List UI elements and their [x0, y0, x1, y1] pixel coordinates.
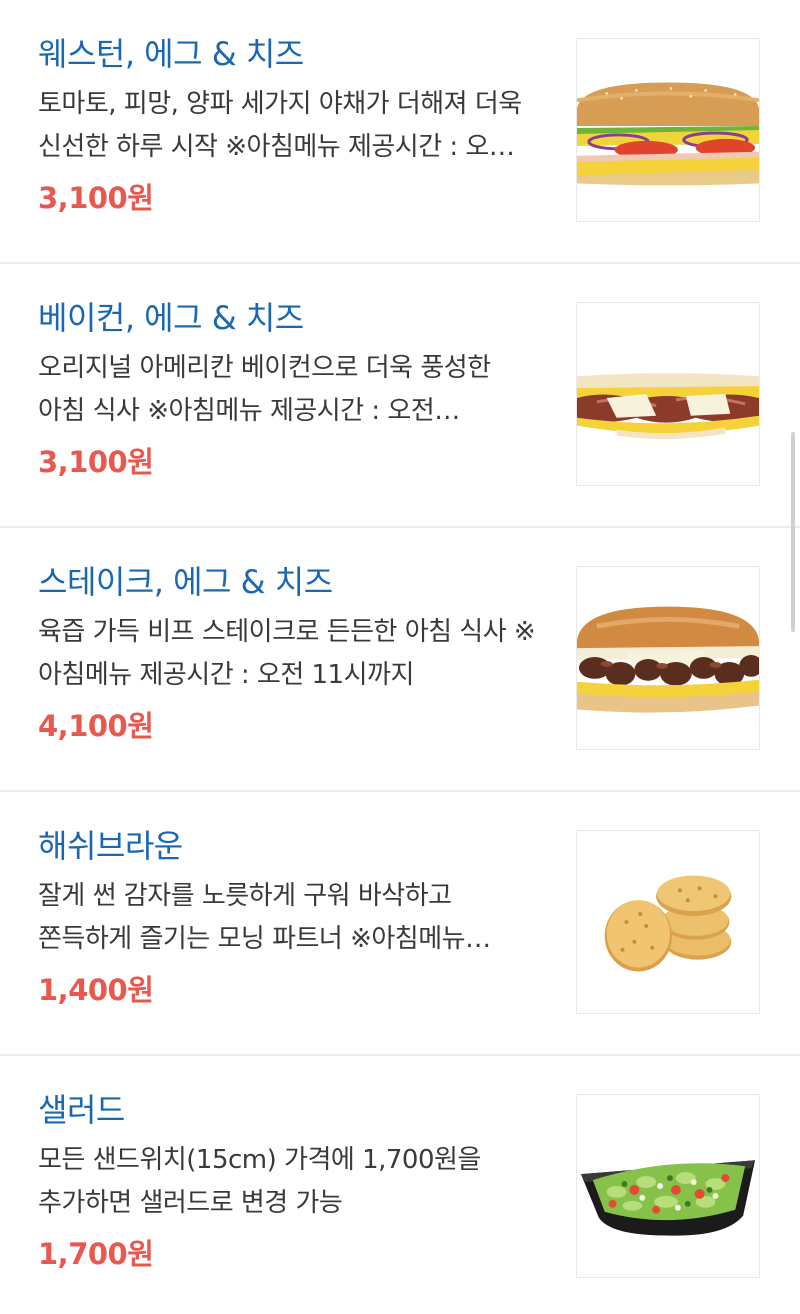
menu-item-name: 스테이크, 에그 & 치즈 [38, 563, 333, 601]
menu-item-name: 베이컨, 에그 & 치즈 [38, 299, 304, 337]
sandwich-icon [577, 82, 759, 186]
sandwich-icon [577, 606, 759, 713]
menu-list: 웨스턴, 에그 & 치즈 토마토, 피망, 양파 세가지 야채가 더해져 더욱 … [0, 0, 800, 1314]
scrollbar[interactable] [791, 432, 795, 632]
menu-item-price: 3,100원 [38, 445, 154, 479]
menu-item-western-egg-cheese[interactable]: 웨스턴, 에그 & 치즈 토마토, 피망, 양파 세가지 야채가 더해져 더욱 … [0, 0, 800, 264]
menu-item-salad[interactable]: 샐러드 모든 샌드위치(15cm) 가격에 1,700원을 추가하면 샐러드로 … [0, 1056, 800, 1314]
menu-item-description: 잘게 썬 감자를 노릇하게 구워 바삭하고 쫀득하게 즐기는 모닝 파트너 ※아… [38, 881, 466, 954]
sandwich-icon [577, 373, 759, 440]
menu-item-steak-egg-cheese[interactable]: 스테이크, 에그 & 치즈 육즙 가득 비프 스테이크로 든든한 아침 식사 ※… [0, 528, 800, 792]
steak-egg-cheese-sandwich-image[interactable] [576, 566, 760, 750]
salad-bowl-image[interactable] [576, 1094, 760, 1278]
menu-item-name: 웨스턴, 에그 & 치즈 [38, 35, 304, 73]
menu-item-description: 육즙 가득 비프 스테이크로 든든한 아침 식사 ※아침메뉴 제공시간 : 오전… [38, 617, 536, 690]
menu-item-hash-brown[interactable]: 해쉬브라운 잘게 썬 감자를 노릇하게 구워 바삭하고 쫀득하게 즐기는 모닝 … [0, 792, 800, 1056]
menu-item-description: 모든 샌드위치(15cm) 가격에 1,700원을 추가하면 샐러드로 변경 가… [38, 1145, 481, 1218]
western-egg-cheese-sandwich-image[interactable] [576, 38, 760, 222]
hash-brown-icon [604, 875, 732, 972]
menu-item-price: 1,400원 [38, 973, 154, 1007]
menu-item-price: 4,100원 [38, 709, 154, 743]
hash-brown-image[interactable] [576, 830, 760, 1014]
menu-item-price: 1,700원 [38, 1237, 154, 1271]
bacon-egg-cheese-sandwich-image[interactable] [576, 302, 760, 486]
menu-item-name: 해쉬브라운 [38, 827, 183, 865]
salad-bowl-icon [580, 1160, 756, 1236]
menu-item-name: 샐러드 [38, 1091, 125, 1129]
menu-item-price: 3,100원 [38, 181, 154, 215]
menu-item-description: 토마토, 피망, 양파 세가지 야채가 더해져 더욱 신선한 하루 시작 ※아침… [38, 89, 522, 162]
menu-item-bacon-egg-cheese[interactable]: 베이컨, 에그 & 치즈 오리지널 아메리칸 베이컨으로 더욱 풍성한 아침 식… [0, 264, 800, 528]
menu-item-description: 오리지널 아메리칸 베이컨으로 더욱 풍성한 아침 식사 ※아침메뉴 제공시간 … [38, 353, 491, 426]
